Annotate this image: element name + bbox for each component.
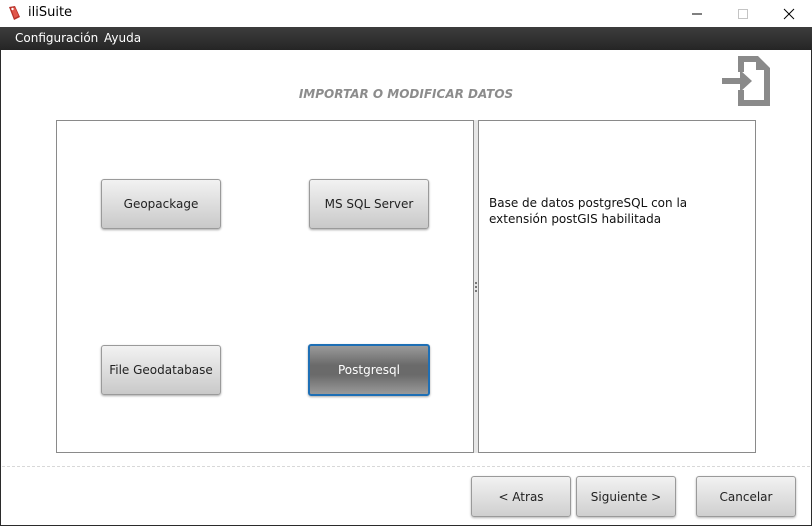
maximize-button[interactable] <box>720 0 766 27</box>
close-button[interactable] <box>766 0 812 27</box>
geopackage-button[interactable]: Geopackage <box>101 179 221 229</box>
description-panel <box>478 120 756 453</box>
minimize-icon <box>692 13 702 14</box>
page-title: IMPORTAR O MODIFICAR DATOS <box>298 87 514 101</box>
description-line-2: extensión postGIS habilitada <box>489 212 662 226</box>
title-bar[interactable]: iliSuite <box>0 0 812 27</box>
menu-ayuda[interactable]: Ayuda <box>104 31 141 45</box>
next-button[interactable]: Siguiente > <box>576 476 676 517</box>
ilisuite-logo-icon <box>6 5 22 21</box>
description-line-1: Base de datos postgreSQL con la <box>489 196 688 210</box>
window-title: iliSuite <box>28 5 73 20</box>
footer-separator <box>2 466 810 467</box>
datasource-panel <box>56 120 474 453</box>
minimize-button[interactable] <box>674 0 720 27</box>
menu-bar: Configuración Ayuda <box>0 27 812 50</box>
import-icon <box>722 56 770 106</box>
postgresql-button[interactable]: Postgresql <box>308 344 430 396</box>
file-geodatabase-button[interactable]: File Geodatabase <box>101 345 221 395</box>
datasource-description: Base de datos postgreSQL con la extensió… <box>489 195 719 227</box>
ms-sql-server-button[interactable]: MS SQL Server <box>309 179 429 229</box>
maximize-icon <box>738 8 748 19</box>
menu-configuracion[interactable]: Configuración <box>15 31 98 45</box>
back-button[interactable]: < Atras <box>471 476 571 517</box>
cancel-button[interactable]: Cancelar <box>696 476 796 517</box>
close-icon <box>783 8 795 19</box>
